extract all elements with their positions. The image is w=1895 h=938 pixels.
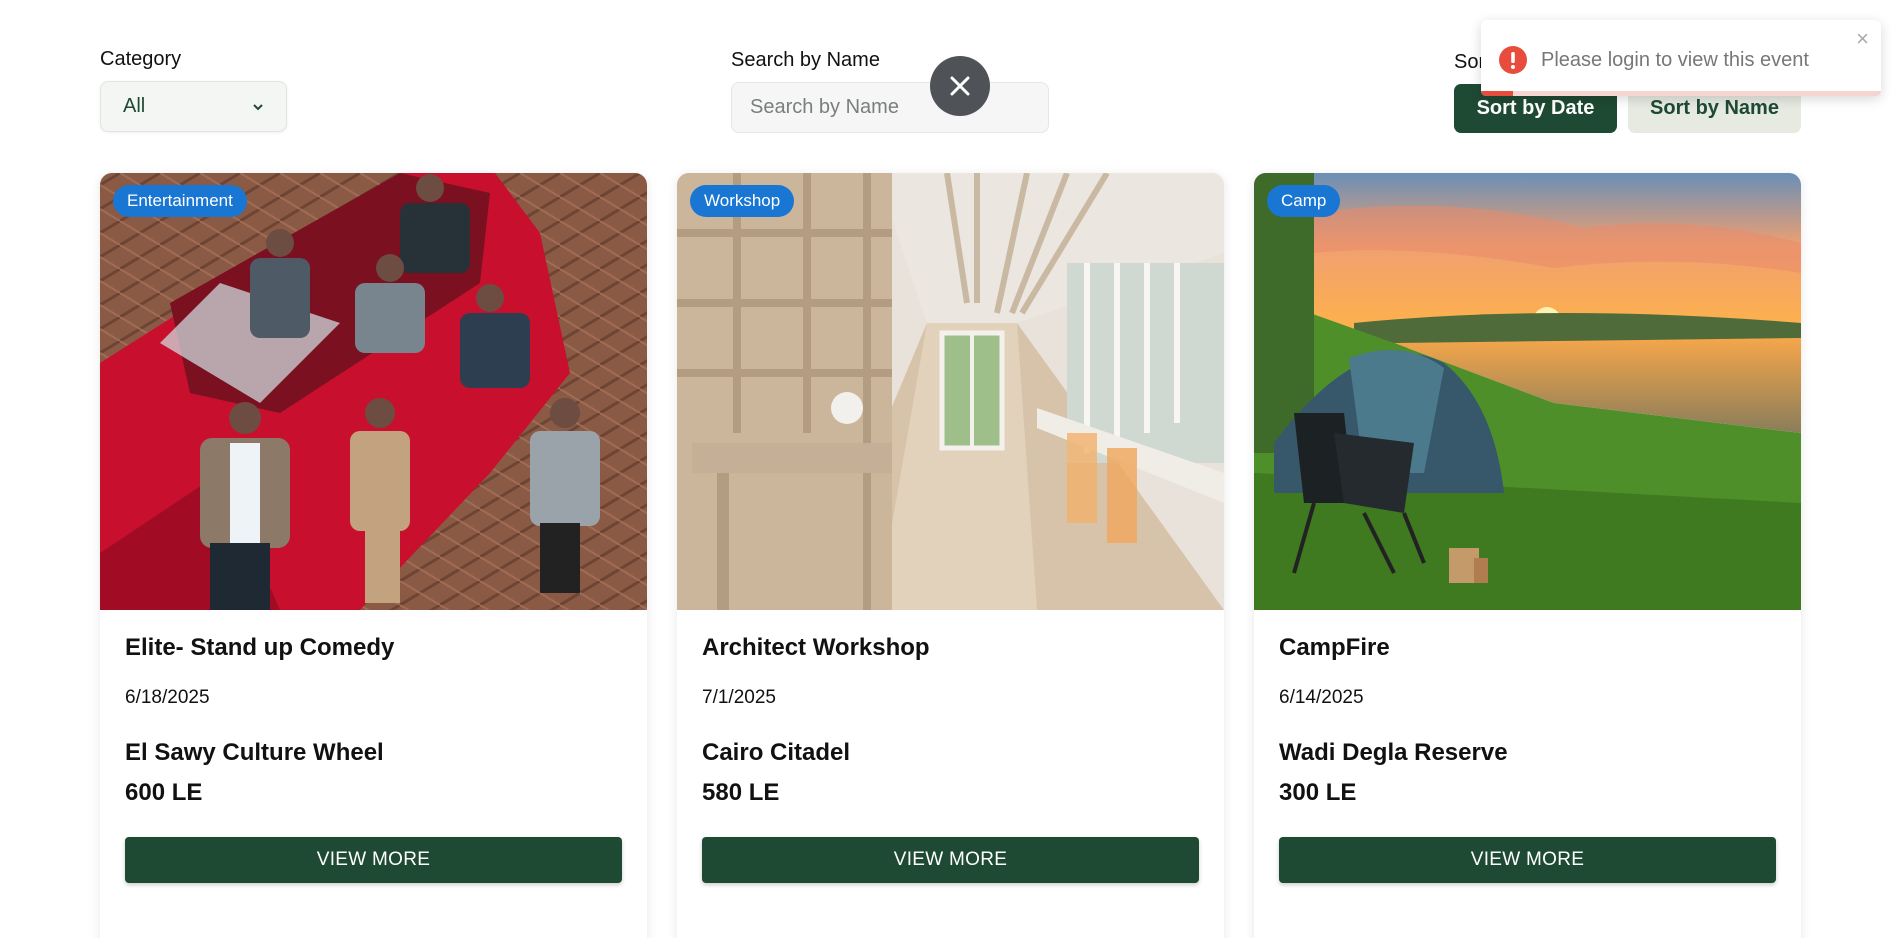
camp-photo: [1254, 173, 1801, 610]
event-image: Workshop: [677, 173, 1224, 610]
event-card: Camp CampFire 6/14/2025 Wadi Degla Reser…: [1254, 173, 1801, 938]
comedy-photo: [100, 173, 647, 610]
close-icon: [950, 76, 970, 96]
category-selected-value: All: [123, 95, 146, 117]
search-filter: Search by Name: [731, 49, 1049, 133]
category-select[interactable]: All: [100, 81, 287, 132]
event-title: CampFire: [1279, 634, 1390, 661]
category-badge: Entertainment: [113, 185, 247, 217]
event-title: Architect Workshop: [702, 634, 930, 661]
event-card-body: CampFire 6/14/2025 Wadi Degla Reserve 30…: [1254, 610, 1801, 883]
toast-message: Please login to view this event: [1541, 49, 1809, 71]
close-overlay-button[interactable]: [930, 56, 990, 116]
toast-progress-track: [1481, 91, 1881, 96]
event-card-body: Architect Workshop 7/1/2025 Cairo Citade…: [677, 610, 1224, 883]
view-more-button[interactable]: VIEW MORE: [1279, 837, 1776, 883]
toast-close-button[interactable]: ×: [1856, 28, 1869, 50]
toast-progress-fill: [1481, 91, 1513, 96]
event-price: 580 LE: [702, 779, 780, 806]
events-page: Category All Search by Name Sort Sort by…: [0, 0, 1895, 938]
category-badge: Camp: [1267, 185, 1341, 217]
event-venue: Wadi Degla Reserve: [1279, 739, 1508, 766]
login-required-toast: Please login to view this event ×: [1481, 20, 1881, 96]
view-more-button[interactable]: VIEW MORE: [702, 837, 1199, 883]
event-image: Entertainment: [100, 173, 647, 610]
event-card: Workshop Architect Workshop 7/1/2025 Cai…: [677, 173, 1224, 938]
event-venue: El Sawy Culture Wheel: [125, 739, 384, 766]
event-card-body: Elite- Stand up Comedy 6/18/2025 El Sawy…: [100, 610, 647, 883]
view-more-button[interactable]: VIEW MORE: [125, 837, 622, 883]
event-price: 300 LE: [1279, 779, 1357, 806]
event-date: 6/18/2025: [125, 687, 210, 708]
event-date: 6/14/2025: [1279, 687, 1364, 708]
error-icon: [1499, 46, 1527, 74]
search-label: Search by Name: [731, 49, 880, 71]
event-image: Camp: [1254, 173, 1801, 610]
event-price: 600 LE: [125, 779, 203, 806]
event-card-list: Entertainment Elite- Stand up Comedy 6/1…: [100, 173, 1801, 938]
search-input[interactable]: [731, 82, 1049, 133]
event-card: Entertainment Elite- Stand up Comedy 6/1…: [100, 173, 647, 938]
category-label: Category: [100, 48, 182, 70]
event-venue: Cairo Citadel: [702, 739, 851, 766]
category-badge: Workshop: [690, 185, 795, 217]
event-title: Elite- Stand up Comedy: [125, 634, 395, 661]
event-date: 7/1/2025: [702, 687, 776, 708]
chevron-down-icon: [253, 103, 263, 110]
workshop-photo: [677, 173, 1224, 610]
category-filter: Category All: [100, 48, 287, 132]
